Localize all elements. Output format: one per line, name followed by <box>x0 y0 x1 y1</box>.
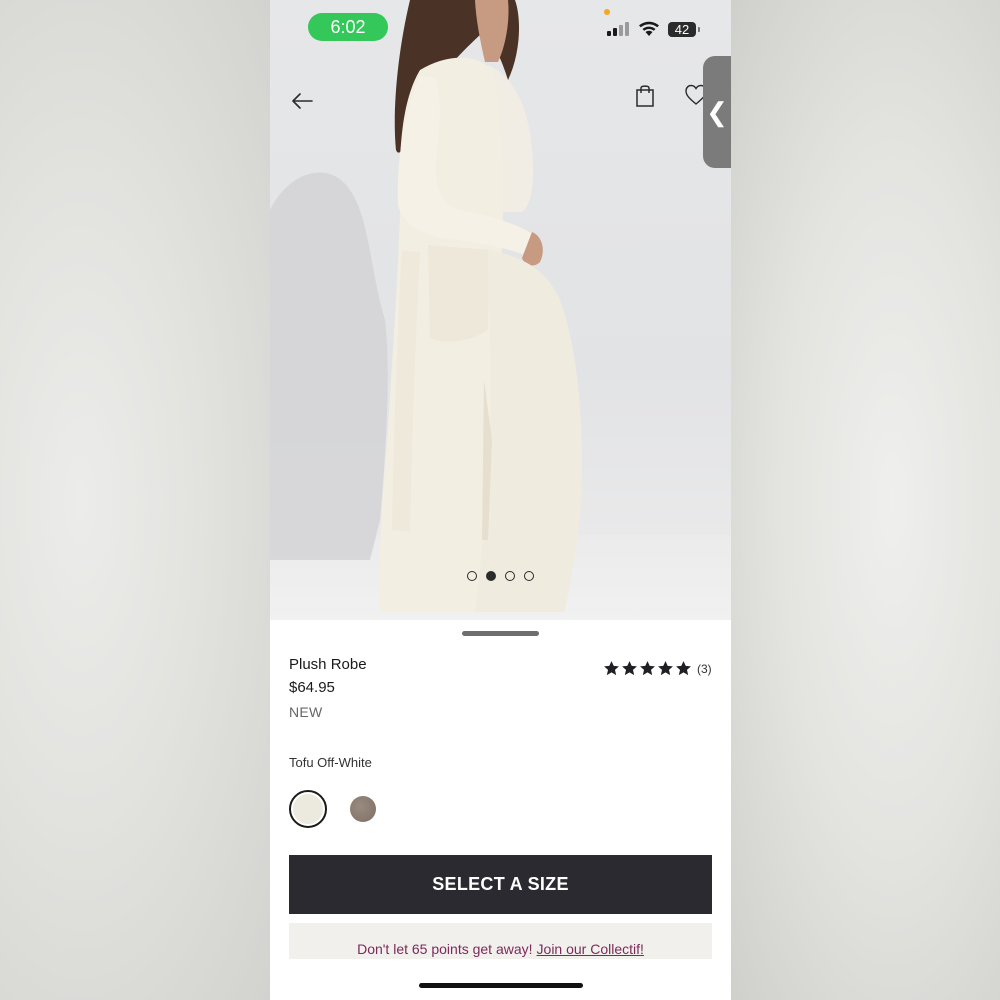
select-size-button[interactable]: SELECT A SIZE <box>289 855 712 914</box>
color-name: Tofu Off-White <box>289 755 372 770</box>
model-illustration <box>270 0 582 612</box>
review-count[interactable]: (3) <box>697 662 712 676</box>
privacy-indicator <box>604 9 610 15</box>
background-right <box>731 0 1000 1000</box>
promo-message: Don't let 65 points get away! Join our Co… <box>357 941 644 957</box>
cellular-signal-icon <box>607 22 629 36</box>
background-left <box>0 0 270 1000</box>
chevron-left-icon: ❮ <box>706 96 728 127</box>
battery-indicator: 42 <box>668 22 696 37</box>
home-indicator[interactable] <box>419 983 583 988</box>
promo-text: Don't let 65 points get away! <box>357 941 533 957</box>
pagination-dot[interactable] <box>505 571 515 581</box>
join-collectif-link[interactable]: Join our Collectif! <box>537 941 644 957</box>
phone-screen: 6:02 42 ❮ Plush Robe $64.95 NEW (3) Tofu… <box>270 0 731 1000</box>
new-badge: NEW <box>289 704 323 720</box>
image-pagination[interactable] <box>467 571 534 581</box>
pagination-dot[interactable] <box>467 571 477 581</box>
product-image[interactable]: 6:02 42 ❮ <box>270 0 731 620</box>
star-icon <box>622 661 637 676</box>
battery-tip <box>698 27 700 32</box>
star-rating <box>603 660 692 677</box>
star-icon <box>658 661 673 676</box>
star-icon <box>604 661 619 676</box>
sheet-drag-handle[interactable] <box>462 631 539 636</box>
star-icon <box>640 661 655 676</box>
wifi-icon <box>639 21 659 36</box>
color-swatch-selected[interactable] <box>289 790 327 828</box>
pagination-dot[interactable] <box>524 571 534 581</box>
star-icon <box>676 661 691 676</box>
product-name: Plush Robe <box>289 656 367 673</box>
arrow-left-icon[interactable] <box>290 88 316 114</box>
side-panel-tab[interactable]: ❮ <box>703 56 731 168</box>
product-rating[interactable]: (3) <box>603 660 712 677</box>
promo-banner: Don't let 65 points get away! Join our Co… <box>289 923 712 959</box>
clock-pill[interactable]: 6:02 <box>308 13 388 41</box>
product-price: $64.95 <box>289 679 335 696</box>
status-bar: 6:02 42 <box>270 0 731 52</box>
color-swatch[interactable] <box>350 796 376 822</box>
swatch-fill <box>293 794 323 824</box>
product-details-sheet: Plush Robe $64.95 NEW (3) Tofu Off-White… <box>270 620 731 1000</box>
pagination-dot-active[interactable] <box>486 571 496 581</box>
shopping-bag-icon[interactable] <box>634 84 656 108</box>
